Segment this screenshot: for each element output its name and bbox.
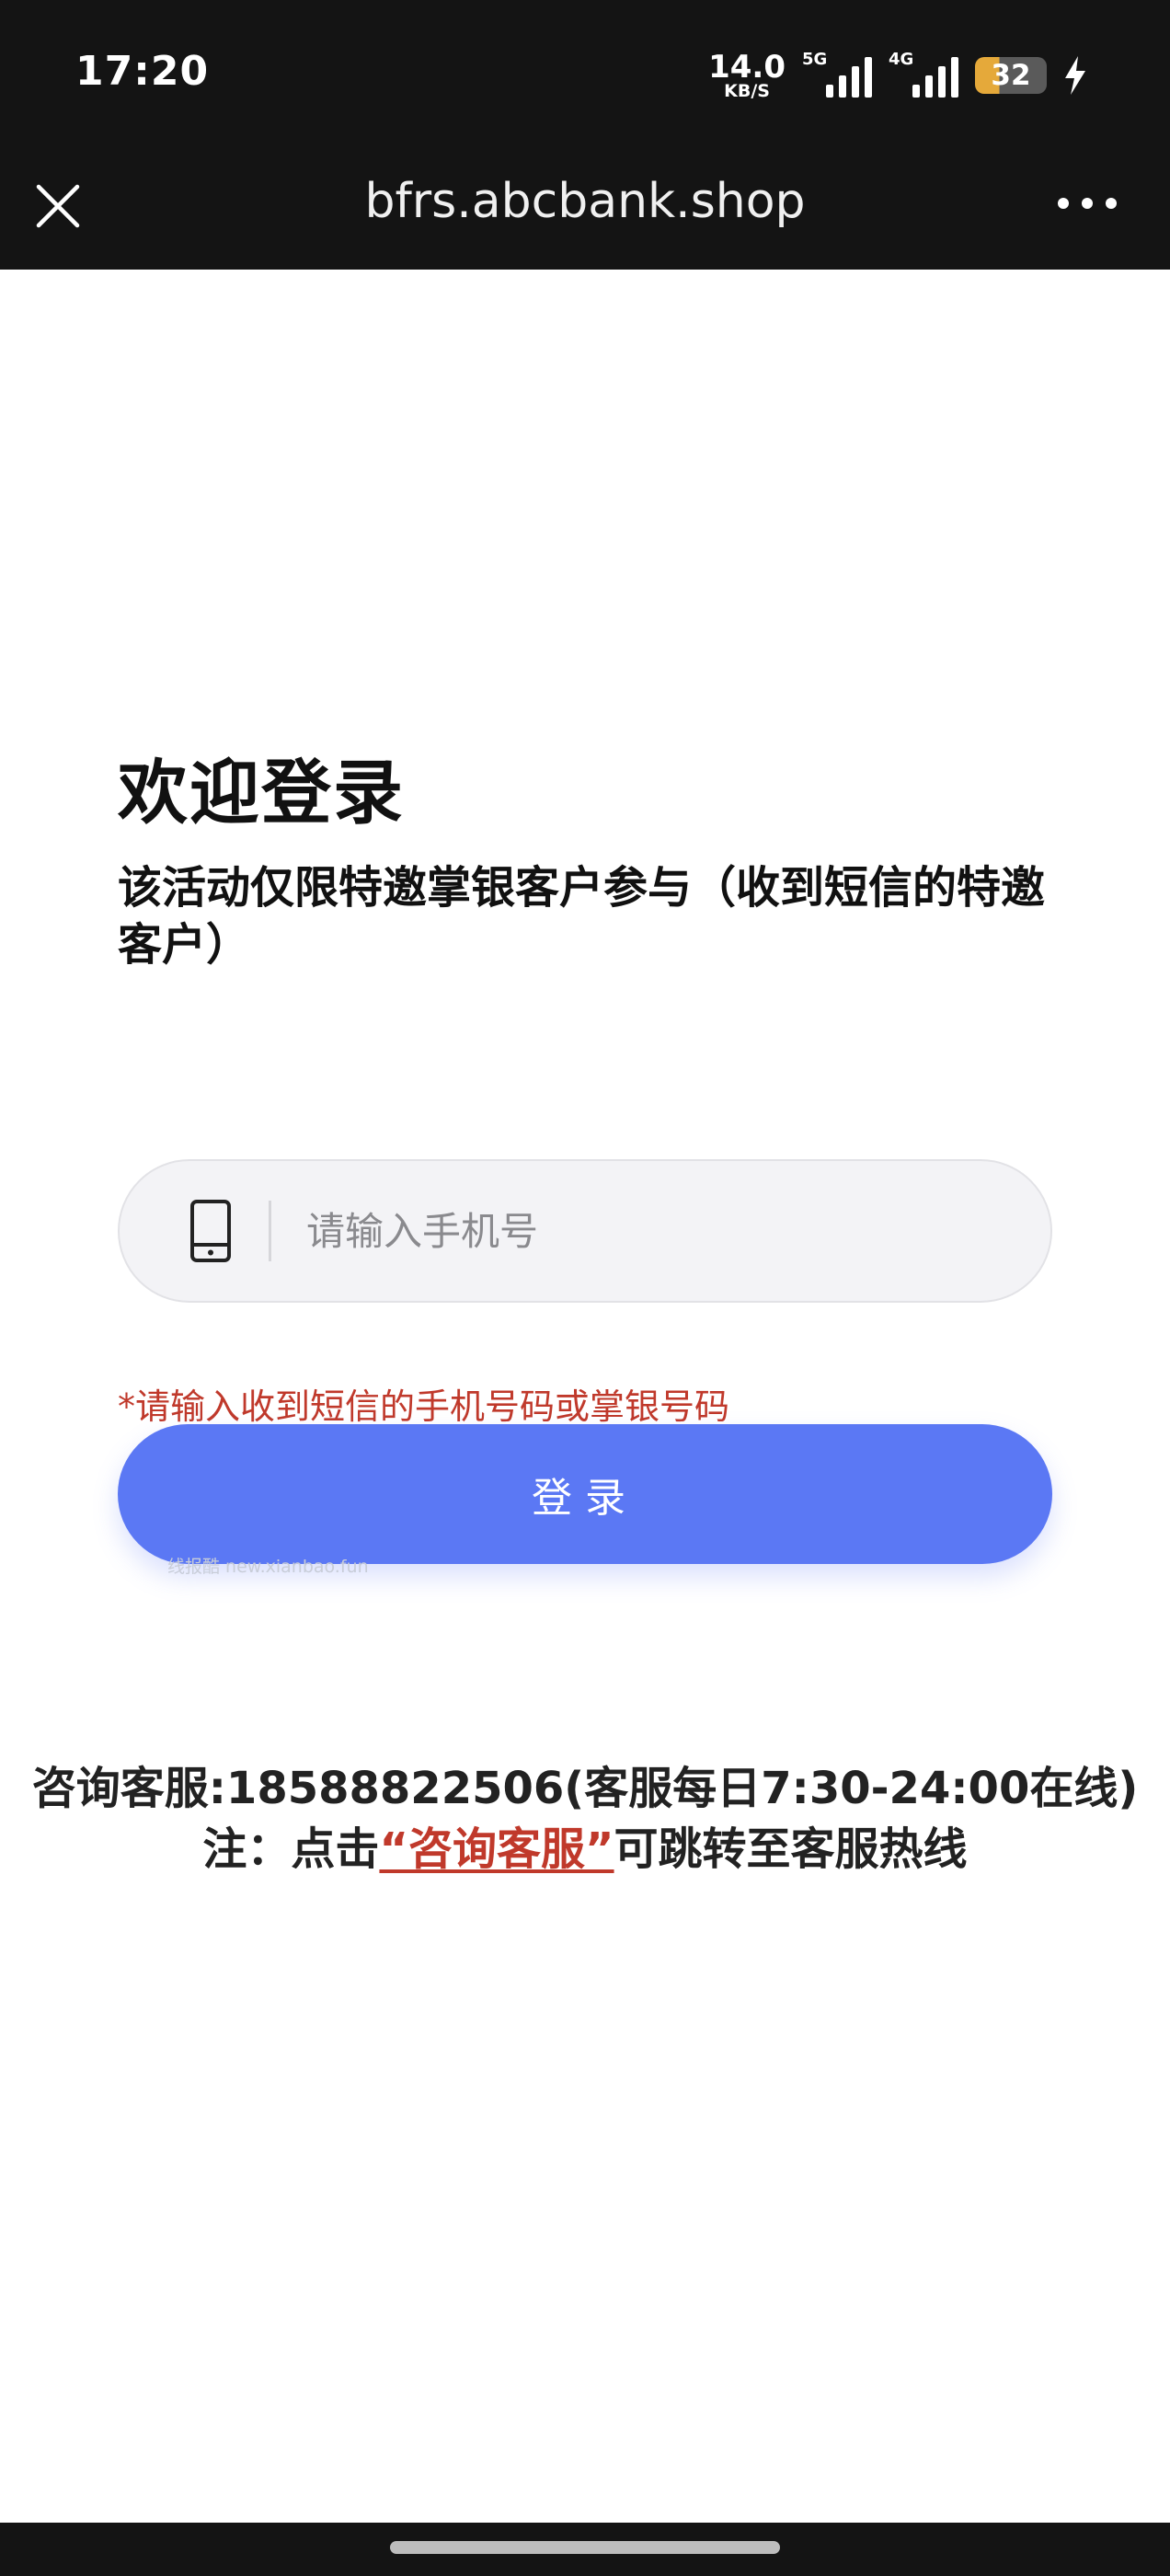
page-title: 欢迎登录 bbox=[118, 752, 405, 834]
more-options-icon[interactable] bbox=[1058, 198, 1117, 209]
battery-icon: 32 bbox=[975, 57, 1047, 94]
browser-title-bar: bfrs.abcbank.shop bbox=[0, 143, 1170, 270]
mobile-phone-icon bbox=[190, 1200, 231, 1262]
phone-input[interactable] bbox=[306, 1194, 987, 1268]
charging-bolt-icon bbox=[1065, 56, 1085, 95]
login-button[interactable]: 登录 bbox=[118, 1424, 1052, 1564]
customer-service-info: 咨询客服:18588822506(客服每日7:30-24:00在线) bbox=[31, 1763, 1139, 1814]
battery-level: 32 bbox=[991, 59, 1031, 92]
watermark: 线报酷 new.xianbao.fun bbox=[167, 1557, 369, 1577]
signal-5g-label: 5G bbox=[802, 50, 828, 69]
service-note: 注：点击“咨询客服”可跳转至客服热线 bbox=[0, 1812, 1170, 1877]
page-subtitle: 该活动仅限特邀掌银客户参与（收到短信的特邀客户） bbox=[118, 862, 1046, 971]
service-note-prefix: 注：点击 bbox=[202, 1823, 380, 1875]
page-url: bfrs.abcbank.shop bbox=[364, 174, 806, 229]
status-bar: 17:20 14.0 KB/S 5G 4G 32 bbox=[0, 0, 1170, 143]
network-speed: 14.0 KB/S bbox=[708, 52, 786, 100]
service-note-suffix: 可跳转至客服热线 bbox=[614, 1823, 968, 1875]
field-divider bbox=[269, 1201, 271, 1261]
customer-service-link[interactable]: “咨询客服” bbox=[379, 1823, 614, 1875]
signal-4g-icon: 4G bbox=[889, 50, 958, 98]
signal-4g-label: 4G bbox=[889, 50, 914, 69]
phone-field[interactable] bbox=[118, 1159, 1052, 1303]
phone-hint: *请输入收到短信的手机号码或掌银号码 bbox=[118, 1386, 730, 1427]
signal-5g-icon: 5G bbox=[802, 50, 872, 98]
network-speed-value: 14.0 bbox=[708, 48, 786, 86]
home-indicator[interactable] bbox=[390, 2541, 780, 2554]
navigation-bar bbox=[0, 2523, 1170, 2576]
status-time: 17:20 bbox=[75, 48, 210, 95]
network-speed-unit: KB/S bbox=[724, 80, 770, 101]
status-icons: 14.0 KB/S 5G 4G 32 bbox=[708, 50, 1087, 101]
